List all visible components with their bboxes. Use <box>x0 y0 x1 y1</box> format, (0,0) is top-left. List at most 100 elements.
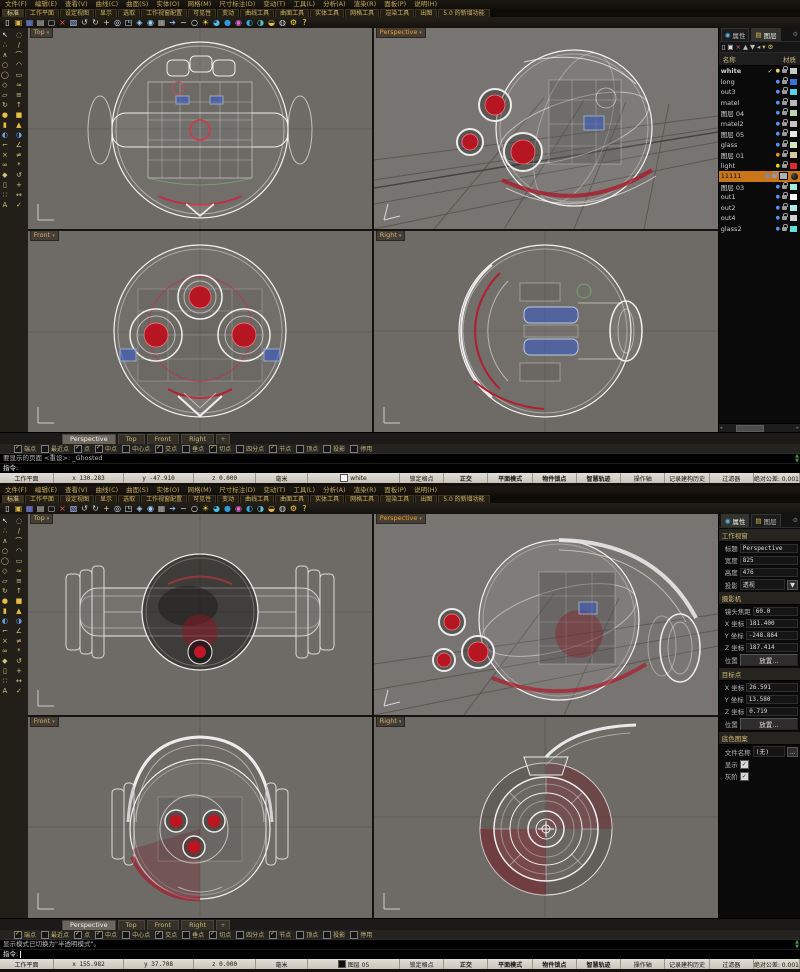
bulb-icon[interactable]: ● <box>776 184 780 190</box>
checkbox[interactable] <box>296 930 305 939</box>
tab-properties[interactable]: ◉ 属性 <box>720 28 750 41</box>
lock-icon[interactable] <box>782 97 788 105</box>
visibility-icon[interactable]: ✓ <box>14 200 23 210</box>
menu-item[interactable]: 实体(O) <box>156 486 179 495</box>
bulb-icon[interactable]: ● <box>776 205 780 211</box>
wireframe-mode-icon[interactable]: ◍ <box>278 18 287 28</box>
toolbar-tab[interactable]: 曲线工具 <box>240 9 275 17</box>
layer-color-swatch[interactable] <box>789 109 798 118</box>
rotate-view-icon[interactable]: ↻ <box>91 18 100 28</box>
toolbar-tab[interactable]: 选取 <box>118 495 141 503</box>
bulb-icon[interactable]: ● <box>776 215 780 221</box>
tab-layers[interactable]: ▤ 图层 <box>751 514 781 527</box>
toolbar-tab[interactable]: 显示 <box>95 9 118 17</box>
osnap-item[interactable]: 顶点 <box>296 444 318 453</box>
camera-x-value[interactable]: 181.400 <box>746 618 798 628</box>
boolean-union-icon[interactable]: ◐ <box>0 616 9 626</box>
layer-row[interactable]: glass2 ● <box>719 223 800 235</box>
rectangle-icon[interactable]: ▭ <box>14 70 23 80</box>
osnap-item[interactable]: 端点 <box>14 444 36 453</box>
polyline-icon[interactable]: ∧ <box>0 536 9 546</box>
trim-icon[interactable]: × <box>0 636 9 646</box>
zoom-extents-icon[interactable]: ◈ <box>135 504 144 514</box>
cylinder-icon[interactable]: ▮ <box>0 120 9 130</box>
freeform-icon[interactable]: ≈ <box>14 80 23 90</box>
layer-color-swatch[interactable] <box>789 67 798 76</box>
osnap-item[interactable]: 投影 <box>323 930 345 939</box>
bulb-icon[interactable]: ● <box>776 110 780 116</box>
status-toggle[interactable]: 操作轴 <box>621 473 666 483</box>
viewport-right[interactable]: Right ▾ <box>373 231 718 432</box>
move-icon[interactable]: + <box>14 180 23 190</box>
osnap-item[interactable]: 中心点 <box>122 930 150 939</box>
command-scroll-arrows[interactable]: ▲ ▼ <box>795 940 799 950</box>
curve-icon[interactable]: ⌒ <box>14 50 23 60</box>
lock-icon[interactable] <box>782 213 788 221</box>
help-icon[interactable]: ? <box>300 504 309 514</box>
trim-icon[interactable]: × <box>0 150 9 160</box>
viewport-tab[interactable]: Right <box>181 434 215 444</box>
arc-icon[interactable]: ◠ <box>14 60 23 70</box>
menu-item[interactable]: 工具(L) <box>293 486 315 495</box>
polyline-icon[interactable]: ∧ <box>0 50 9 60</box>
chamfer-icon[interactable]: ∠ <box>14 140 23 150</box>
zoom-window-icon[interactable]: ◳ <box>124 18 133 28</box>
lock-icon[interactable] <box>782 76 788 84</box>
command-input[interactable]: 指令: <box>0 463 800 473</box>
viewport-tab[interactable]: Top <box>117 920 145 930</box>
layer-color-swatch[interactable] <box>789 203 798 212</box>
chevron-down-icon[interactable]: ▼ <box>787 579 798 590</box>
move-icon[interactable]: ➔ <box>168 504 177 514</box>
toolbar-tab[interactable]: 渲染工具 <box>380 495 415 503</box>
osnap-item[interactable]: 中点 <box>95 930 117 939</box>
pan-icon[interactable]: + <box>102 504 111 514</box>
explode-icon[interactable]: * <box>14 160 23 170</box>
toolbar-tab[interactable]: 设定视图 <box>60 9 95 17</box>
osnap-item[interactable]: 垂点 <box>182 930 204 939</box>
menu-item[interactable]: 曲面(S) <box>126 486 148 495</box>
status-toggle[interactable]: 物件锁点 <box>533 473 577 483</box>
viewport-front[interactable]: Front ▾ <box>27 717 372 918</box>
bulb-icon[interactable]: ● <box>776 121 780 127</box>
show-checkbox[interactable]: ✓ <box>739 759 749 769</box>
checkbox[interactable] <box>236 444 245 453</box>
sphere-icon[interactable]: ● <box>0 596 9 606</box>
toolbar-tab[interactable]: 实体工具 <box>310 495 345 503</box>
extrude-icon[interactable]: ↑ <box>14 100 23 110</box>
lock-icon[interactable] <box>782 223 788 231</box>
zoom-extents-icon[interactable]: ◈ <box>135 18 144 28</box>
layer-row[interactable]: out2 ● <box>719 202 800 214</box>
status-toggle[interactable]: 正交 <box>444 473 489 483</box>
fillet-icon[interactable]: ⌐ <box>0 626 9 636</box>
bulb-icon[interactable]: ● <box>766 173 770 179</box>
lens-length-value[interactable]: 60.0 <box>752 606 798 616</box>
dimension-icon[interactable]: ↔ <box>14 676 23 686</box>
toolbar-tab[interactable]: 标准 <box>2 9 25 17</box>
osnap-item[interactable]: 点 <box>74 930 90 939</box>
layer-row[interactable]: 图层 05 ● <box>719 129 800 140</box>
ghosted-mode-icon[interactable]: ◑ <box>256 504 265 514</box>
menu-item[interactable]: 尺寸标注(D) <box>219 0 255 9</box>
curve-icon[interactable]: ~ <box>179 504 188 514</box>
zoom-selected-icon[interactable]: ◉ <box>146 18 155 28</box>
menu-item[interactable]: 网格(M) <box>188 486 212 495</box>
zoom-selected-icon[interactable]: ◉ <box>146 504 155 514</box>
checkbox[interactable] <box>182 444 191 453</box>
osnap-item[interactable]: 点 <box>74 444 90 453</box>
tab-properties[interactable]: ◉ 属性 <box>720 514 750 527</box>
toolbar-tab[interactable]: 选取 <box>118 9 141 17</box>
help-icon[interactable]: ? <box>300 18 309 28</box>
toolbar-tab[interactable]: 网格工具 <box>345 9 380 17</box>
grid-icon[interactable]: ▦ <box>157 18 166 28</box>
projection-select[interactable]: 透视 <box>739 579 785 590</box>
status-toggle[interactable]: 平面模式 <box>488 959 533 969</box>
osnap-item[interactable]: 最近点 <box>41 444 69 453</box>
checkbox[interactable] <box>95 930 104 939</box>
array-icon[interactable]: ∷ <box>0 676 9 686</box>
viewport-top[interactable]: Top ▾ <box>27 28 372 229</box>
print-icon[interactable]: ▤ <box>36 504 45 514</box>
status-toggle[interactable]: 物件锁点 <box>533 959 577 969</box>
checkbox[interactable] <box>122 930 131 939</box>
layer-row[interactable]: 11111 ● <box>718 171 800 182</box>
light-icon[interactable]: ☀ <box>201 504 210 514</box>
